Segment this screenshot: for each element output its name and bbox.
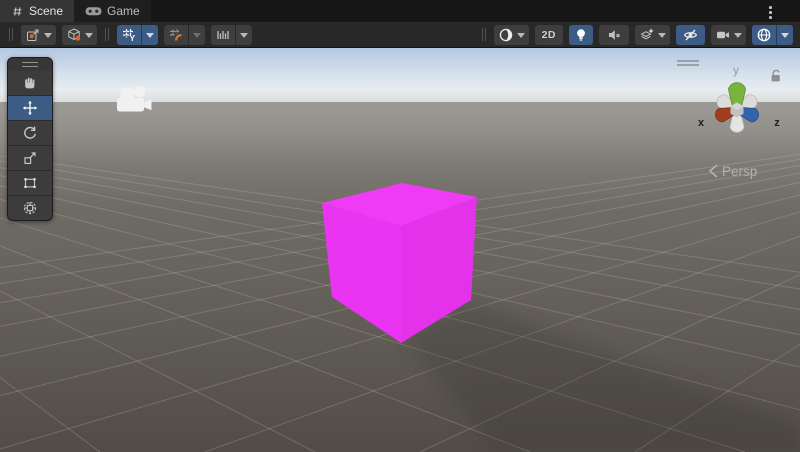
- pivot-position-button[interactable]: [21, 25, 56, 45]
- tab-scene-label: Scene: [29, 4, 63, 18]
- grid-visibility-dropdown[interactable]: [141, 25, 158, 45]
- snap-settings-button: [164, 25, 205, 45]
- kebab-menu-icon[interactable]: [767, 4, 774, 21]
- rect-corners-icon: [22, 175, 38, 191]
- snap-toggle[interactable]: [164, 25, 188, 45]
- gizmos-globe-icon: [756, 27, 772, 43]
- y-axis-label: y: [733, 63, 739, 77]
- move-tool-button[interactable]: [8, 95, 52, 120]
- mode-2d-label: 2D: [539, 29, 559, 41]
- scene-toolbar: Y: [0, 22, 800, 48]
- scene-lighting-button[interactable]: [569, 25, 593, 45]
- chevron-down-icon: [658, 33, 666, 38]
- grid-visibility-toggle[interactable]: Y: [117, 25, 141, 45]
- chevron-down-icon: [781, 33, 789, 38]
- transform-gizmo-icon: [22, 200, 38, 216]
- tab-game[interactable]: Game: [74, 0, 151, 22]
- handle-orientation-button[interactable]: [62, 25, 97, 45]
- toolbar-right-group: 2D: [480, 25, 793, 45]
- move-arrows-icon: [22, 100, 38, 116]
- light-bulb-icon: [573, 27, 589, 43]
- projection-label: Persp: [722, 164, 757, 179]
- scene-effects-button[interactable]: [635, 25, 670, 45]
- scene-audio-button[interactable]: [599, 25, 629, 45]
- scene-grid-icon: [11, 5, 24, 18]
- chevron-down-icon: [734, 33, 742, 38]
- palette-drag-handle[interactable]: [8, 58, 52, 71]
- rotate-circle-icon: [22, 125, 38, 141]
- handle-orientation-cube-icon: [66, 27, 82, 43]
- tab-scene[interactable]: Scene: [0, 0, 74, 22]
- rect-tool-button[interactable]: [8, 170, 52, 195]
- gamepad-icon: [85, 5, 102, 17]
- mode-2d-button[interactable]: 2D: [535, 25, 563, 45]
- increment-snap-button: [211, 25, 252, 45]
- svg-text:Y: Y: [129, 33, 135, 43]
- toolbar-left-group: Y: [7, 25, 252, 45]
- sky: [0, 48, 800, 106]
- transform-tool-button[interactable]: [8, 195, 52, 220]
- toolbar-separator: [9, 28, 13, 41]
- camera-icon: [715, 27, 731, 43]
- tool-palette: [7, 57, 53, 221]
- chevron-down-icon: [85, 33, 93, 38]
- chevron-down-icon: [193, 33, 201, 38]
- chevron-down-icon: [240, 33, 248, 38]
- camera-settings-button[interactable]: [711, 25, 746, 45]
- scene-visibility-button[interactable]: [676, 25, 705, 45]
- gizmos-dropdown[interactable]: [776, 25, 793, 45]
- audio-muted-icon: [606, 27, 622, 43]
- chevron-down-icon: [517, 33, 525, 38]
- tab-bar: Scene Game: [0, 0, 800, 22]
- scale-tool-button[interactable]: [8, 145, 52, 170]
- toolbar-separator: [105, 28, 109, 41]
- gizmos-button: [752, 25, 793, 45]
- increment-snap-icon: [215, 27, 231, 43]
- hidden-eye-icon: [682, 27, 699, 43]
- toolbar-separator: [482, 28, 486, 41]
- view-tool-button[interactable]: [8, 71, 52, 95]
- effects-star-icon: [639, 27, 655, 43]
- tab-game-label: Game: [107, 4, 140, 18]
- scale-icon: [22, 150, 38, 166]
- grid-snap-icon: [168, 27, 184, 43]
- x-axis-label: x: [698, 117, 705, 129]
- grid-visibility-icon: Y: [121, 27, 137, 43]
- z-axis-label: z: [774, 117, 780, 129]
- scene-viewport[interactable]: y x z Persp: [0, 48, 800, 452]
- gizmos-toggle[interactable]: [752, 25, 776, 45]
- rotate-tool-button[interactable]: [8, 120, 52, 145]
- increment-snap-toggle[interactable]: [211, 25, 235, 45]
- chevron-down-icon: [146, 33, 154, 38]
- draw-mode-button[interactable]: [494, 25, 529, 45]
- chevron-down-icon: [44, 33, 52, 38]
- grid-visibility-button: Y: [117, 25, 158, 45]
- increment-snap-dropdown[interactable]: [235, 25, 252, 45]
- hand-icon: [22, 75, 38, 91]
- snap-settings-dropdown[interactable]: [188, 25, 205, 45]
- pivot-center-icon: [25, 27, 41, 43]
- shaded-sphere-icon: [498, 27, 514, 43]
